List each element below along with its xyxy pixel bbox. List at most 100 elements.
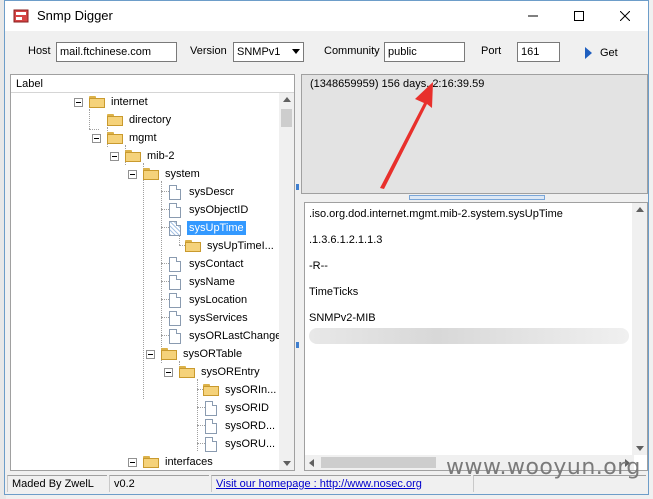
collapse-toggle[interactable] [164,367,173,377]
splitter-grip-icon [296,184,299,190]
splitter-grip-icon [296,342,299,348]
document-icon [169,256,181,272]
details-vertical-scrollbar[interactable] [632,203,647,455]
tree-node-label-selected: sysUpTime [187,221,246,235]
document-icon [205,418,217,434]
connection-toolbar: Host Version SNMPv1 Community Port Get [5,32,648,72]
minimize-button[interactable] [510,1,556,31]
maximize-button[interactable] [556,1,602,31]
redacted-description [309,328,629,344]
details-pane[interactable]: .iso.org.dod.internet.mgmt.mib-2.system.… [304,202,648,471]
maximize-icon [574,11,584,21]
tree-vertical-scrollbar[interactable] [279,93,294,470]
collapse-toggle[interactable] [128,169,137,179]
document-icon [169,274,181,290]
scroll-left-icon[interactable] [309,459,314,467]
title-bar[interactable]: Snmp Digger [5,1,648,31]
scroll-up-icon[interactable] [636,207,644,212]
tree-node-label: mgmt [129,132,157,144]
status-version: v0.2 [109,475,209,492]
tree-node-sysortable[interactable]: sysORTable [146,345,244,363]
folder-open-icon [89,96,105,108]
collapse-toggle[interactable] [128,457,137,467]
scroll-thumb[interactable] [281,109,292,127]
tree-node-sysorindex[interactable]: sysORIn... [203,381,278,399]
folder-open-icon [107,132,123,144]
document-icon [205,400,217,416]
tree-node-sysdescr[interactable]: sysDescr [167,183,236,201]
screen: Snmp Digger Host Version SNMPv1 Communit… [0,0,653,499]
get-button-label: Get [600,47,618,59]
splitter-grip-icon [409,195,545,200]
tree-node-label: interfaces [165,456,213,468]
folder-open-icon [143,456,159,468]
tree-node-system[interactable]: system [128,165,202,183]
tree-node-label: sysContact [189,258,244,270]
tree-node-mgmt[interactable]: mgmt [92,129,159,147]
collapse-toggle[interactable] [110,151,119,161]
tree-node-sysobjectid[interactable]: sysObjectID [167,201,250,219]
scroll-down-icon[interactable] [636,446,644,451]
folder-open-icon [161,348,177,360]
tree-node-sysuptimeinstance[interactable]: sysUpTimeI... [185,237,276,255]
tree-node-interfaces[interactable]: interfaces [128,453,215,470]
version-select[interactable]: SNMPv1 [233,42,304,62]
tree-node-label: sysORID [225,402,269,414]
detail-syntax: TimeTicks [309,286,359,298]
mib-tree[interactable]: Label internet directory mgmt mib-2 syst… [10,74,295,471]
tree-node-label: sysORIn... [225,384,277,396]
detail-oid-numeric: .1.3.6.1.2.1.1.3 [309,234,383,246]
host-input[interactable] [56,42,177,62]
tree-body: internet directory mgmt mib-2 system sys… [11,93,279,470]
tree-node-label: sysORD... [225,420,276,432]
collapse-toggle[interactable] [74,97,83,107]
tree-node-label: mib-2 [147,150,175,162]
port-input[interactable] [517,42,560,62]
tree-node-label: sysUpTimeI... [207,240,274,252]
tree-node-sysoruptime[interactable]: sysORU... [203,435,277,453]
status-author: Maded By ZwelL [7,475,107,492]
folder-icon [203,384,219,396]
close-button[interactable] [602,1,648,31]
tree-node-sysordescr[interactable]: sysORD... [203,417,277,435]
result-pane[interactable]: (1348659959) 156 days, 2:16:39.59 [301,74,648,194]
version-select-value: SNMPv1 [237,46,281,58]
scroll-down-icon[interactable] [283,461,291,466]
tree-node-label: sysDescr [189,186,235,198]
collapse-toggle[interactable] [146,349,155,359]
folder-open-icon [179,366,195,378]
community-input[interactable] [384,42,465,62]
get-button[interactable]: Get [580,41,630,65]
watermark: www.wooyun.org [446,455,641,480]
scroll-up-icon[interactable] [283,97,291,102]
tree-node-sysorentry[interactable]: sysOREntry [164,363,262,381]
homepage-link[interactable]: Visit our homepage : http://www.nosec.or… [211,475,471,492]
collapse-toggle[interactable] [92,133,101,143]
tree-node-directory[interactable]: directory [107,111,173,129]
horizontal-splitter[interactable] [301,194,648,202]
scroll-thumb[interactable] [321,457,436,468]
tree-node-syscontact[interactable]: sysContact [167,255,245,273]
document-icon [169,184,181,200]
tree-node-sysuptime[interactable]: sysUpTime [167,219,246,237]
tree-node-sysname[interactable]: sysName [167,273,237,291]
version-label: Version [190,45,227,57]
document-icon [169,202,181,218]
tree-node-sysservices[interactable]: sysServices [167,309,250,327]
chevron-down-icon [292,49,300,54]
app-window: Snmp Digger Host Version SNMPv1 Communit… [4,0,649,495]
tree-node-label: system [165,168,200,180]
tree-node-sysorlastchange[interactable]: sysORLastChange [167,327,279,345]
folder-icon [185,240,201,252]
document-icon [169,220,181,236]
document-icon [205,436,217,452]
tree-node-sysorid[interactable]: sysORID [203,399,271,417]
tree-node-syslocation[interactable]: sysLocation [167,291,249,309]
tree-node-label: sysORLastChange [189,330,279,342]
folder-open-icon [125,150,141,162]
tree-node-internet[interactable]: internet [74,93,150,111]
tree-node-mib-2[interactable]: mib-2 [110,147,177,165]
tree-column-header[interactable]: Label [11,75,294,93]
folder-icon [107,114,123,126]
result-value: (1348659959) 156 days, 2:16:39.59 [310,78,485,90]
